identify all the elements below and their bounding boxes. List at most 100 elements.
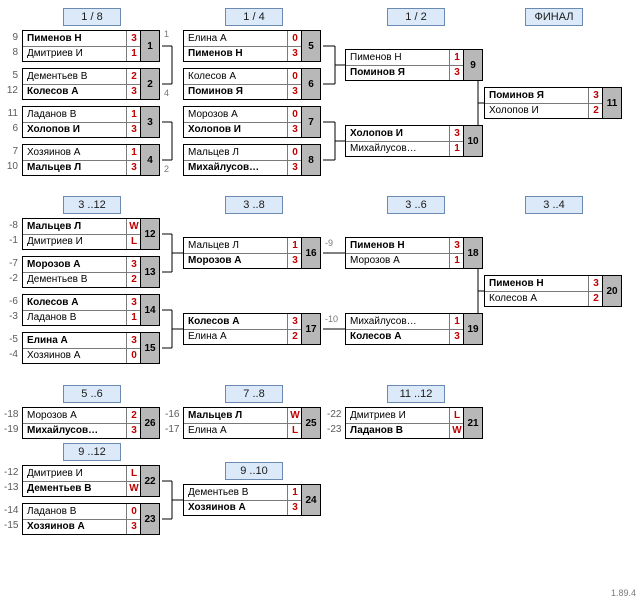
seed-label: -19 xyxy=(4,423,18,437)
match-row: Пименов Н1 xyxy=(346,50,464,66)
match-row: Холопов И3 xyxy=(23,123,141,138)
player-name: Колесов А xyxy=(184,71,287,82)
route-label: 1 xyxy=(164,29,169,39)
match-row: Елина АL xyxy=(184,424,302,439)
match-id: 21 xyxy=(463,407,483,439)
match-row: Морозов А1 xyxy=(346,254,464,269)
player-name: Мальцев Л xyxy=(184,240,287,251)
seed-label: -12 xyxy=(4,466,18,480)
seed-label: -8 xyxy=(4,219,18,233)
match-row: Ладанов В1 xyxy=(23,107,141,123)
seed-label: -1 xyxy=(4,234,18,248)
stage-header: 7 ..8 xyxy=(225,385,283,403)
match-id: 12 xyxy=(140,218,160,250)
player-score: 2 xyxy=(588,104,603,119)
match-row: Колесов А3 xyxy=(346,330,464,345)
match-row: Елина А2 xyxy=(184,330,302,345)
player-score: 1 xyxy=(126,107,141,122)
match-box: Морозов А2Михайлусов…3 xyxy=(22,407,142,439)
player-name: Пименов Н xyxy=(485,278,588,289)
match-id: 13 xyxy=(140,256,160,288)
player-name: Холопов И xyxy=(346,128,449,139)
match-id: 3 xyxy=(140,106,160,138)
player-name: Хозяинов А xyxy=(23,350,126,361)
route-label: 4 xyxy=(164,88,169,98)
player-score: 1 xyxy=(287,238,302,253)
match-row: Ладанов ВW xyxy=(346,424,464,439)
player-name: Михайлусов… xyxy=(346,316,449,327)
seed-label: 12 xyxy=(4,84,18,98)
player-score: 3 xyxy=(287,501,302,516)
match-row: Поминов Я3 xyxy=(184,85,302,100)
match-box: Дементьев В1Хозяинов А3 xyxy=(183,484,303,516)
player-name: Морозов А xyxy=(184,109,287,120)
match-box: Ладанов В1Холопов И3 xyxy=(22,106,142,138)
match-row: Дементьев В2 xyxy=(23,273,141,288)
player-score: 0 xyxy=(126,504,141,519)
seed-label: -7 xyxy=(4,257,18,271)
match-row: Пименов Н3 xyxy=(23,31,141,47)
match-row: Мальцев ЛW xyxy=(23,219,141,235)
match-row: Ладанов В0 xyxy=(23,504,141,520)
match-row: Михайлусов…1 xyxy=(346,314,464,330)
match-id: 9 xyxy=(463,49,483,81)
match-row: Елина А0 xyxy=(184,31,302,47)
player-score: 3 xyxy=(126,85,141,100)
player-name: Дементьев В xyxy=(23,274,126,285)
player-name: Морозов А xyxy=(184,255,287,266)
player-name: Михайлусов… xyxy=(346,143,449,154)
match-box: Дементьев В2Колесов А3 xyxy=(22,68,142,100)
match-id: 23 xyxy=(140,503,160,535)
seed-label: 8 xyxy=(4,46,18,60)
player-score: W xyxy=(126,482,141,497)
player-name: Дементьев В xyxy=(184,487,287,498)
match-row: Поминов Я3 xyxy=(485,88,603,104)
seed-label: -3 xyxy=(4,310,18,324)
match-box: Поминов Я3Холопов И2 xyxy=(484,87,604,119)
stage-header: 11 ..12 xyxy=(387,385,445,403)
match-row: Дмитриев ИL xyxy=(23,466,141,482)
seed-label: -6 xyxy=(4,295,18,309)
player-score: 3 xyxy=(588,88,603,103)
match-id: 17 xyxy=(301,313,321,345)
player-score: 0 xyxy=(287,31,302,46)
player-score: 3 xyxy=(287,123,302,138)
player-score: 0 xyxy=(287,69,302,84)
player-score: 3 xyxy=(126,123,141,138)
match-row: Дмитриев ИL xyxy=(23,235,141,250)
player-score: 1 xyxy=(449,254,464,269)
player-name: Ладанов В xyxy=(23,312,126,323)
player-score: 1 xyxy=(449,50,464,65)
player-score: 1 xyxy=(449,142,464,157)
route-label: -10 xyxy=(325,314,338,324)
match-row: Колесов А2 xyxy=(485,292,603,307)
match-id: 4 xyxy=(140,144,160,176)
match-box: Михайлусов…1Колесов А3 xyxy=(345,313,465,345)
player-score: 3 xyxy=(287,254,302,269)
player-score: L xyxy=(126,466,141,481)
match-id: 2 xyxy=(140,68,160,100)
stage-header: 9 ..12 xyxy=(63,443,121,461)
player-score: 3 xyxy=(126,424,141,439)
match-id: 22 xyxy=(140,465,160,497)
player-name: Колесов А xyxy=(184,316,287,327)
match-id: 14 xyxy=(140,294,160,326)
match-row: Михайлусов…1 xyxy=(346,142,464,157)
seed-label: 11 xyxy=(4,107,18,121)
player-name: Хозяинов А xyxy=(184,502,287,513)
player-score: 3 xyxy=(449,66,464,81)
match-row: Дмитриев И1 xyxy=(23,47,141,62)
match-id: 16 xyxy=(301,237,321,269)
match-row: Морозов А2 xyxy=(23,408,141,424)
player-name: Поминов Я xyxy=(346,67,449,78)
player-name: Дементьев В xyxy=(23,71,126,82)
player-name: Елина А xyxy=(184,33,287,44)
player-score: L xyxy=(126,235,141,250)
player-score: 3 xyxy=(126,161,141,176)
seed-label: -17 xyxy=(165,423,179,437)
player-name: Хозяинов А xyxy=(23,521,126,532)
player-name: Дементьев В xyxy=(23,483,126,494)
player-name: Ладанов В xyxy=(23,109,126,120)
player-name: Морозов А xyxy=(23,410,126,421)
player-name: Морозов А xyxy=(23,259,126,270)
